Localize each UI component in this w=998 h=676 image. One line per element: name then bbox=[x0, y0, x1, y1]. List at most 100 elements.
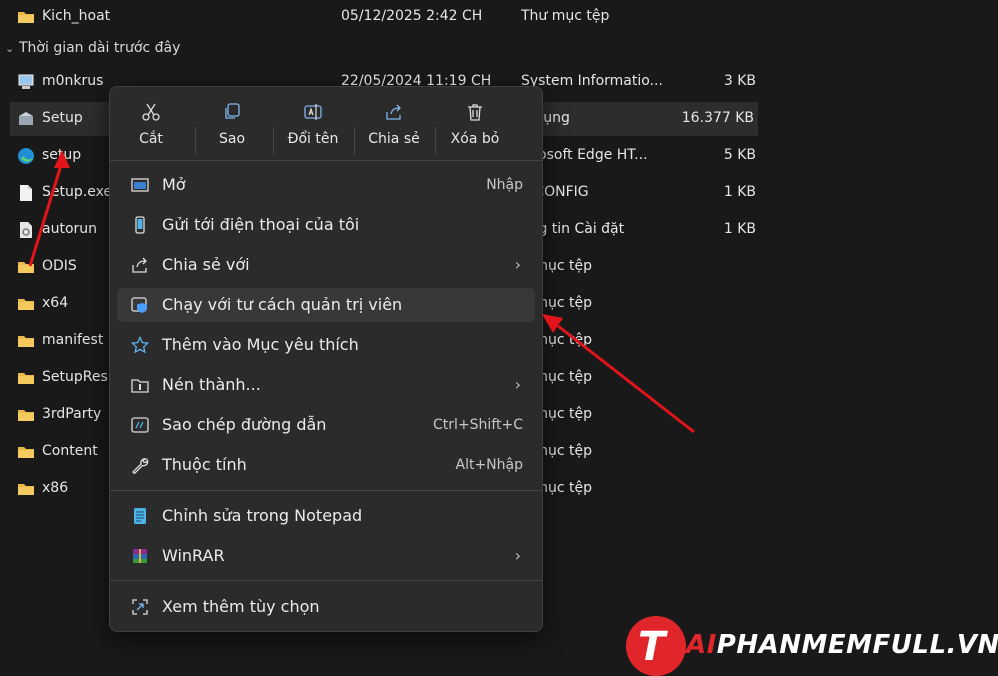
file-date: 05/12/2025 2:42 CH bbox=[341, 8, 483, 24]
menu-item-label: Sao chép đường dẫn bbox=[162, 415, 327, 434]
chevron-right-icon: › bbox=[514, 255, 521, 274]
delete-label: Xóa bỏ bbox=[450, 131, 500, 147]
menu-item[interactable]: Nén thành... › bbox=[117, 368, 535, 402]
file-type: System Informatio... bbox=[521, 73, 663, 89]
cut-button[interactable]: Cắt bbox=[115, 99, 187, 155]
file-name: Setup.exe. bbox=[42, 184, 117, 200]
folder-icon bbox=[18, 336, 34, 347]
file-type: Thư mục tệp bbox=[521, 8, 610, 24]
folder-icon bbox=[18, 484, 34, 495]
menu-item-shortcut: Nhập bbox=[486, 177, 523, 193]
menu-item[interactable]: Sao chép đường dẫn Ctrl+Shift+C bbox=[117, 408, 535, 442]
file-name: ODIS bbox=[42, 258, 77, 274]
file-size: 16.377 KB bbox=[681, 110, 754, 126]
file-name: SetupRes bbox=[42, 369, 108, 385]
menu-item[interactable]: Chạy với tư cách quản trị viên bbox=[117, 288, 535, 322]
open-window-icon bbox=[131, 178, 149, 192]
share-icon bbox=[386, 104, 401, 120]
folder-icon bbox=[18, 373, 34, 384]
menu-item-winrar[interactable]: WinRAR › bbox=[117, 539, 535, 573]
shield-window-icon bbox=[131, 297, 147, 313]
menu-item-label: Xem thêm tùy chọn bbox=[162, 597, 320, 616]
menu-item-label: Gửi tới điện thoại của tôi bbox=[162, 215, 360, 234]
chevron-right-icon: › bbox=[514, 546, 521, 565]
delete-button[interactable]: Xóa bỏ bbox=[439, 99, 511, 155]
file-row[interactable]: Kich_hoat 05/12/2025 2:42 CH Thư mục tệp bbox=[0, 0, 760, 34]
copy-icon bbox=[225, 103, 240, 119]
file-size: 1 KB bbox=[723, 184, 756, 200]
file-name: m0nkrus bbox=[42, 73, 104, 89]
watermark-logo: T AIPHANMEMFULL.VN bbox=[624, 616, 998, 676]
edge-icon bbox=[18, 148, 34, 164]
menu-item-label: Thêm vào Mục yêu thích bbox=[162, 335, 359, 354]
chevron-down-icon: ⌄ bbox=[5, 42, 15, 55]
menu-item[interactable]: Thêm vào Mục yêu thích bbox=[117, 328, 535, 362]
file-name: manifest bbox=[42, 332, 104, 348]
logo-white: PHANMEMFULL.VN bbox=[716, 630, 998, 660]
menu-item-more-options[interactable]: Xem thêm tùy chọn bbox=[117, 590, 535, 624]
folder-icon bbox=[18, 447, 34, 458]
menu-item-shortcut: Alt+Nhập bbox=[455, 457, 524, 473]
setup-icon bbox=[19, 112, 33, 125]
file-size: 5 KB bbox=[723, 147, 756, 163]
menu-item-shortcut: Ctrl+Shift+C bbox=[433, 417, 523, 433]
logo-prefix: T bbox=[638, 624, 666, 670]
file-size: 1 KB bbox=[723, 221, 756, 237]
phone-icon bbox=[135, 216, 145, 234]
chevron-right-icon: › bbox=[514, 375, 521, 394]
sysinfo-icon bbox=[18, 74, 34, 89]
menu-item[interactable]: Thuộc tính Alt+Nhập bbox=[117, 448, 535, 482]
menu-item-label: Chạy với tư cách quản trị viên bbox=[162, 295, 403, 314]
menu-item-label: Chia sẻ với bbox=[162, 255, 250, 274]
wrench-icon bbox=[132, 458, 149, 474]
file-name: setup bbox=[42, 147, 82, 163]
more-options-icon bbox=[132, 599, 148, 615]
zip-folder-icon bbox=[131, 379, 149, 393]
winrar-icon bbox=[133, 549, 147, 563]
menu-item-label: Nén thành... bbox=[162, 375, 261, 394]
divider bbox=[110, 160, 542, 161]
menu-item-label: Mở bbox=[162, 175, 186, 194]
menu-item[interactable]: Mở Nhập bbox=[117, 168, 535, 202]
divider bbox=[110, 580, 542, 581]
file-name: x64 bbox=[42, 295, 69, 311]
menu-item[interactable]: Chia sẻ với › bbox=[117, 248, 535, 282]
group-label: Thời gian dài trước đây bbox=[19, 40, 181, 56]
logo-text: AIPHANMEMFULL.VN bbox=[686, 630, 998, 660]
group-header[interactable]: ⌄ Thời gian dài trước đây bbox=[5, 40, 180, 56]
copy-button[interactable]: Sao bbox=[196, 99, 268, 155]
menu-item-label: Thuộc tính bbox=[162, 455, 247, 474]
menu-item-label: WinRAR bbox=[162, 546, 225, 565]
menu-item[interactable]: Gửi tới điện thoại của tôi bbox=[117, 208, 535, 242]
file-name: Setup bbox=[42, 110, 83, 126]
file-name: Kich_hoat bbox=[42, 8, 111, 24]
divider bbox=[110, 490, 542, 491]
share-label: Chia sẻ bbox=[368, 131, 420, 147]
file-icon bbox=[20, 185, 32, 201]
menu-item-label: Chỉnh sửa trong Notepad bbox=[162, 506, 363, 525]
menu-item-notepad[interactable]: Chỉnh sửa trong Notepad bbox=[117, 499, 535, 533]
star-icon bbox=[131, 336, 149, 354]
rename-icon bbox=[304, 104, 322, 120]
scissors-icon bbox=[142, 103, 160, 121]
share-with-icon bbox=[132, 257, 147, 273]
file-name: 3rdParty bbox=[42, 406, 102, 422]
file-size: 3 KB bbox=[723, 73, 756, 89]
folder-icon bbox=[18, 299, 34, 310]
context-menu: Cắt Sao Đổi tên Chia sẻ Xóa bỏ Mở Nhập Gửi… bbox=[109, 86, 543, 632]
folder-icon bbox=[18, 12, 34, 23]
file-name: autorun bbox=[42, 221, 98, 237]
gear-file-icon bbox=[20, 222, 32, 238]
folder-icon bbox=[18, 410, 34, 421]
rename-label: Đổi tên bbox=[287, 131, 339, 147]
folder-icon bbox=[18, 262, 34, 273]
share-button[interactable]: Chia sẻ bbox=[358, 99, 430, 155]
file-name: x86 bbox=[42, 480, 69, 496]
copy-label: Sao bbox=[218, 131, 246, 147]
copy-path-icon bbox=[131, 417, 149, 433]
cut-label: Cắt bbox=[139, 131, 163, 147]
trash-icon bbox=[468, 104, 482, 121]
rename-button[interactable]: Đổi tên bbox=[277, 99, 349, 155]
notepad-icon bbox=[134, 508, 146, 524]
file-name: Content bbox=[42, 443, 98, 459]
